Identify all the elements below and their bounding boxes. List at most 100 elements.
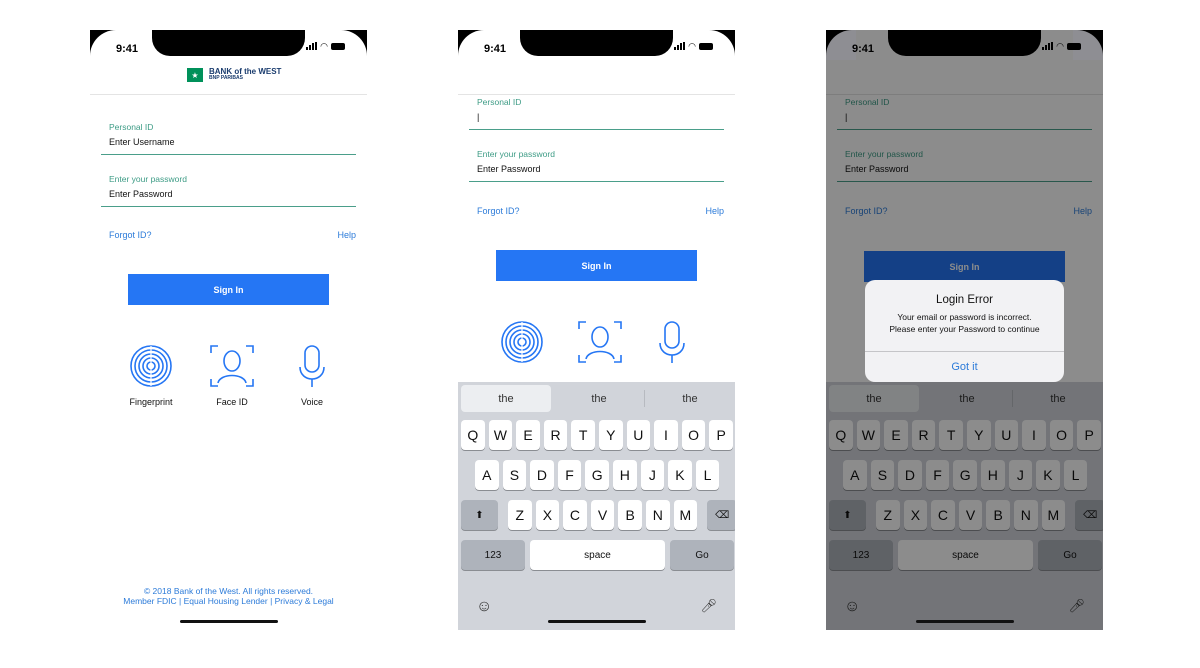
key-n[interactable]: N bbox=[645, 500, 670, 530]
fingerprint-option[interactable]: Fingerprint bbox=[128, 343, 174, 407]
emoji-icon[interactable]: ☺ bbox=[476, 598, 492, 616]
go-key[interactable]: Go bbox=[1038, 540, 1102, 570]
key-t[interactable]: T bbox=[571, 420, 595, 450]
space-key[interactable]: space bbox=[898, 540, 1033, 570]
legal-links[interactable]: Member FDIC | Equal Housing Lender | Pri… bbox=[90, 596, 367, 606]
backspace-key[interactable]: ⌫ bbox=[707, 500, 735, 530]
shift-key[interactable]: ⬆ bbox=[829, 500, 866, 530]
key-y[interactable]: Y bbox=[598, 420, 623, 450]
key-r[interactable]: R bbox=[911, 420, 936, 450]
key-h[interactable]: H bbox=[612, 460, 637, 490]
face-id-icon[interactable] bbox=[576, 319, 624, 365]
key-c[interactable]: C bbox=[931, 500, 955, 530]
username-input[interactable]: | bbox=[469, 112, 724, 129]
key-x[interactable]: X bbox=[903, 500, 928, 530]
key-b[interactable]: B bbox=[618, 500, 642, 530]
dictation-mic-icon[interactable]: 🎤︎ bbox=[700, 598, 717, 614]
key-y[interactable]: Y bbox=[966, 420, 991, 450]
username-input[interactable]: Enter Username bbox=[101, 137, 356, 154]
key-r[interactable]: R bbox=[543, 420, 568, 450]
sign-in-button[interactable]: Sign In bbox=[128, 274, 329, 305]
key-v[interactable]: V bbox=[958, 500, 983, 530]
got-it-button[interactable]: Got it bbox=[865, 351, 1064, 382]
key-u[interactable]: U bbox=[626, 420, 651, 450]
space-key[interactable]: space bbox=[530, 540, 665, 570]
key-f[interactable]: F bbox=[557, 460, 582, 490]
numbers-key[interactable]: 123 bbox=[461, 540, 525, 570]
key-l[interactable]: L bbox=[1063, 460, 1088, 490]
key-e[interactable]: E bbox=[884, 420, 908, 450]
backspace-key[interactable]: ⌫ bbox=[1075, 500, 1103, 530]
forgot-id-link[interactable]: Forgot ID? bbox=[477, 206, 520, 216]
username-field[interactable]: Personal ID Enter Username bbox=[101, 122, 356, 155]
key-v[interactable]: V bbox=[590, 500, 615, 530]
key-w[interactable]: W bbox=[856, 420, 881, 450]
key-i[interactable]: I bbox=[1022, 420, 1046, 450]
key-z[interactable]: Z bbox=[876, 500, 900, 530]
key-f[interactable]: F bbox=[925, 460, 950, 490]
dictation-mic-icon[interactable]: 🎤︎ bbox=[1068, 598, 1085, 614]
suggestion[interactable]: the bbox=[829, 385, 919, 412]
key-o[interactable]: O bbox=[1049, 420, 1074, 450]
help-link[interactable]: Help bbox=[1073, 206, 1092, 216]
password-input[interactable]: Enter Password bbox=[837, 164, 1092, 181]
key-k[interactable]: K bbox=[1036, 460, 1060, 490]
key-g[interactable]: G bbox=[953, 460, 977, 490]
numbers-key[interactable]: 123 bbox=[829, 540, 893, 570]
key-e[interactable]: E bbox=[516, 420, 540, 450]
help-link[interactable]: Help bbox=[337, 230, 356, 240]
key-p[interactable]: P bbox=[709, 420, 733, 450]
username-input[interactable]: | bbox=[837, 112, 1092, 129]
key-d[interactable]: D bbox=[530, 460, 554, 490]
key-s[interactable]: S bbox=[870, 460, 895, 490]
key-o[interactable]: O bbox=[681, 420, 706, 450]
key-a[interactable]: A bbox=[475, 460, 499, 490]
face-id-option[interactable]: Face ID bbox=[208, 343, 256, 407]
password-field[interactable]: Enter your password Enter Password bbox=[101, 174, 356, 207]
key-n[interactable]: N bbox=[1013, 500, 1038, 530]
key-a[interactable]: A bbox=[843, 460, 867, 490]
key-l[interactable]: L bbox=[695, 460, 720, 490]
key-c[interactable]: C bbox=[563, 500, 587, 530]
key-i[interactable]: I bbox=[654, 420, 678, 450]
key-j[interactable]: J bbox=[1008, 460, 1033, 490]
key-x[interactable]: X bbox=[535, 500, 560, 530]
key-u[interactable]: U bbox=[994, 420, 1019, 450]
fingerprint-icon[interactable] bbox=[499, 319, 545, 365]
username-field[interactable]: Personal ID | bbox=[837, 97, 1092, 130]
voice-option[interactable]: Voice bbox=[297, 343, 327, 407]
go-key[interactable]: Go bbox=[670, 540, 734, 570]
key-k[interactable]: K bbox=[668, 460, 692, 490]
key-h[interactable]: H bbox=[980, 460, 1005, 490]
key-d[interactable]: D bbox=[898, 460, 922, 490]
key-q[interactable]: Q bbox=[461, 420, 485, 450]
key-t[interactable]: T bbox=[939, 420, 963, 450]
key-p[interactable]: P bbox=[1077, 420, 1101, 450]
key-z[interactable]: Z bbox=[508, 500, 532, 530]
suggestion[interactable]: the bbox=[554, 382, 644, 415]
forgot-id-link[interactable]: Forgot ID? bbox=[845, 206, 888, 216]
suggestion[interactable]: the bbox=[645, 382, 735, 415]
key-m[interactable]: M bbox=[673, 500, 698, 530]
key-q[interactable]: Q bbox=[829, 420, 853, 450]
key-b[interactable]: B bbox=[986, 500, 1010, 530]
suggestion[interactable]: the bbox=[1013, 382, 1103, 415]
password-input[interactable]: Enter Password bbox=[101, 189, 356, 206]
key-w[interactable]: W bbox=[488, 420, 513, 450]
password-input[interactable]: Enter Password bbox=[469, 164, 724, 181]
emoji-icon[interactable]: ☺ bbox=[844, 598, 860, 616]
password-field[interactable]: Enter your password Enter Password bbox=[837, 149, 1092, 182]
suggestion[interactable]: the bbox=[922, 382, 1012, 415]
key-j[interactable]: J bbox=[640, 460, 665, 490]
key-g[interactable]: G bbox=[585, 460, 609, 490]
forgot-id-link[interactable]: Forgot ID? bbox=[109, 230, 152, 240]
shift-key[interactable]: ⬆ bbox=[461, 500, 498, 530]
suggestion[interactable]: the bbox=[461, 385, 551, 412]
microphone-icon[interactable] bbox=[657, 319, 687, 365]
help-link[interactable]: Help bbox=[705, 206, 724, 216]
key-s[interactable]: S bbox=[502, 460, 527, 490]
username-field[interactable]: Personal ID | bbox=[469, 97, 724, 130]
sign-in-button[interactable]: Sign In bbox=[496, 250, 697, 281]
sign-in-button[interactable]: Sign In bbox=[864, 251, 1065, 282]
password-field[interactable]: Enter your password Enter Password bbox=[469, 149, 724, 182]
